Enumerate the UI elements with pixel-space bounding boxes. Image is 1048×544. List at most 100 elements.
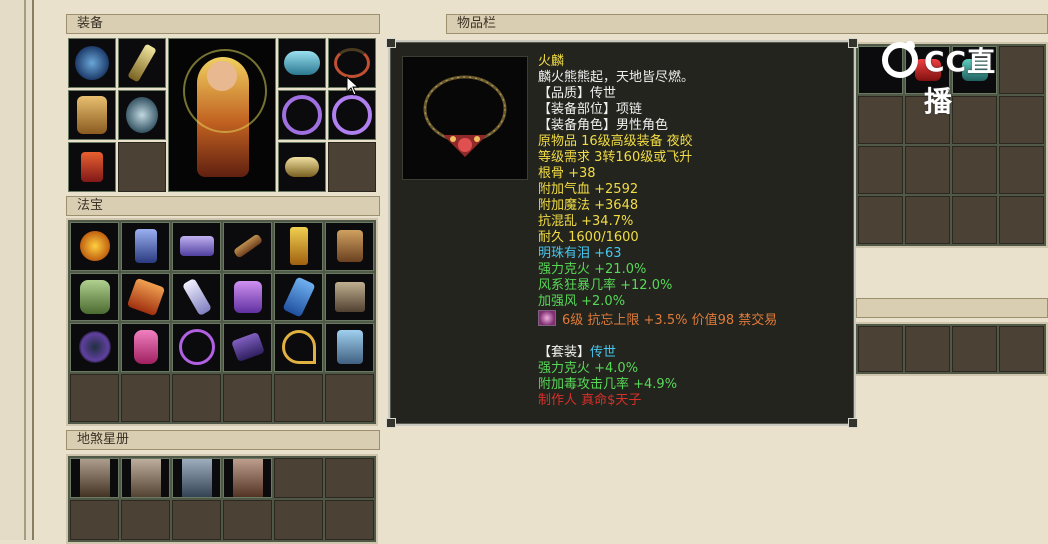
treasure-slot[interactable] (325, 222, 374, 271)
inventory-slot[interactable] (999, 326, 1044, 372)
treasure-slot[interactable] (172, 222, 221, 271)
gourd-icon (133, 330, 158, 365)
item-role: 【装备角色】男性角色 (538, 118, 669, 133)
item-source: 原物品 16级高级装备 夜皎 (538, 134, 693, 149)
amulet-icon (126, 97, 158, 133)
inventory-slot[interactable] (999, 196, 1044, 244)
inventory-slot[interactable] (952, 326, 997, 372)
treasure-slot[interactable] (325, 272, 374, 321)
stat-mp: 附加魔法 +3648 (538, 198, 639, 213)
set-line: 【套装】传世 (538, 345, 777, 361)
weapon-icon (127, 43, 157, 83)
mask-icon (284, 51, 320, 75)
treasure-slot[interactable] (121, 272, 170, 321)
treasure-slot[interactable] (274, 272, 323, 321)
treasure-slot[interactable] (172, 323, 221, 372)
star-card-empty[interactable] (172, 500, 221, 540)
treasure-slot-empty[interactable] (70, 373, 119, 422)
equip-slot-helmet[interactable] (68, 38, 116, 88)
treasure-slot-empty[interactable] (325, 373, 374, 422)
equip-slot-weapon[interactable] (118, 38, 166, 88)
scroll-icon (179, 236, 214, 257)
treasure-slot-empty[interactable] (121, 373, 170, 422)
equip-slot-charm[interactable] (68, 142, 116, 192)
book-icon (334, 281, 365, 312)
equip-slot-empty[interactable] (118, 142, 166, 192)
treasure-slot[interactable] (223, 222, 272, 271)
gold-orb-icon (79, 231, 110, 262)
set-label: 【套装】 (538, 345, 591, 360)
treasure-slot[interactable] (223, 323, 272, 372)
claw-icon (134, 229, 157, 264)
treasure-slot[interactable] (70, 272, 119, 321)
treasure-slot[interactable] (121, 222, 170, 271)
inventory-slot[interactable] (858, 146, 903, 194)
inventory-slot[interactable] (952, 146, 997, 194)
treasure-slot[interactable] (274, 222, 323, 271)
treasure-slot-empty[interactable] (274, 373, 323, 422)
star-card[interactable] (172, 458, 221, 498)
pagoda-icon (289, 227, 308, 266)
star-card-empty[interactable] (223, 500, 272, 540)
star-card-empty[interactable] (121, 500, 170, 540)
treasure-slot[interactable] (325, 323, 374, 372)
treasure-slot[interactable] (70, 323, 119, 372)
stat-gengu: 根骨 +38 (538, 166, 596, 181)
inventory-slot[interactable] (999, 146, 1044, 194)
vortex-icon (78, 331, 111, 364)
tooltip-corner (848, 38, 858, 48)
item-slot: 【装备部位】项链 (538, 102, 643, 117)
armor-icon (77, 96, 107, 134)
jade-icon (79, 279, 110, 314)
cc-logo-icon (882, 41, 918, 78)
treasure-slot[interactable] (274, 323, 323, 372)
inventory-slot[interactable] (905, 196, 950, 244)
bracer-icon (285, 157, 319, 177)
star-card-empty[interactable] (325, 458, 374, 498)
inventory-slot[interactable] (858, 326, 903, 372)
star-card-empty[interactable] (70, 500, 119, 540)
inventory-slot[interactable] (905, 146, 950, 194)
treasure-slot[interactable] (223, 272, 272, 321)
watermark-text: CC直播 (924, 45, 997, 118)
equip-slot-empty[interactable] (328, 142, 376, 192)
equip-slot-belt[interactable] (278, 90, 326, 140)
equip-slot-bracer[interactable] (278, 142, 326, 192)
star-card-empty[interactable] (274, 458, 323, 498)
warrior-card-icon (232, 459, 263, 497)
set-strong-fire: 强力克火 +4.0% (538, 361, 639, 376)
item-quality: 【品质】传世 (538, 86, 617, 101)
treasure-title: 法宝 (77, 198, 104, 213)
equip-slot-necklace[interactable] (118, 90, 166, 140)
warrior-card-icon (130, 459, 161, 497)
star-card-empty[interactable] (274, 500, 323, 540)
feather-icon (230, 332, 265, 363)
treasure-slot[interactable] (172, 272, 221, 321)
inventory-slot[interactable] (952, 196, 997, 244)
star-card-empty[interactable] (325, 500, 374, 540)
inventory-grid-lower (856, 322, 1048, 376)
treasure-header: 法宝 (66, 196, 380, 216)
star-card[interactable] (223, 458, 272, 498)
treasure-slot[interactable] (70, 222, 119, 271)
cc-live-watermark: CC直播 (880, 36, 1020, 118)
inventory-slot[interactable] (858, 96, 903, 144)
treasure-slot-empty[interactable] (172, 373, 221, 422)
treasure-slot[interactable] (121, 323, 170, 372)
equip-slot-ring[interactable] (328, 90, 376, 140)
inventory-header: 物品栏 (446, 14, 1048, 34)
inventory-slot[interactable] (905, 326, 950, 372)
equip-slot-armor[interactable] (68, 90, 116, 140)
item-level-req: 等级需求 3转160级或飞升 (538, 150, 693, 165)
ring-icon (332, 95, 372, 135)
equip-slot-mask[interactable] (278, 38, 326, 88)
inventory-slot[interactable] (858, 196, 903, 244)
aura-ring (183, 49, 267, 133)
helmet-icon (75, 46, 109, 80)
star-card[interactable] (121, 458, 170, 498)
treasure-slot-empty[interactable] (223, 373, 272, 422)
star-card[interactable] (70, 458, 119, 498)
ring-icon (282, 95, 322, 135)
star-book-header: 地煞星册 (66, 430, 380, 450)
